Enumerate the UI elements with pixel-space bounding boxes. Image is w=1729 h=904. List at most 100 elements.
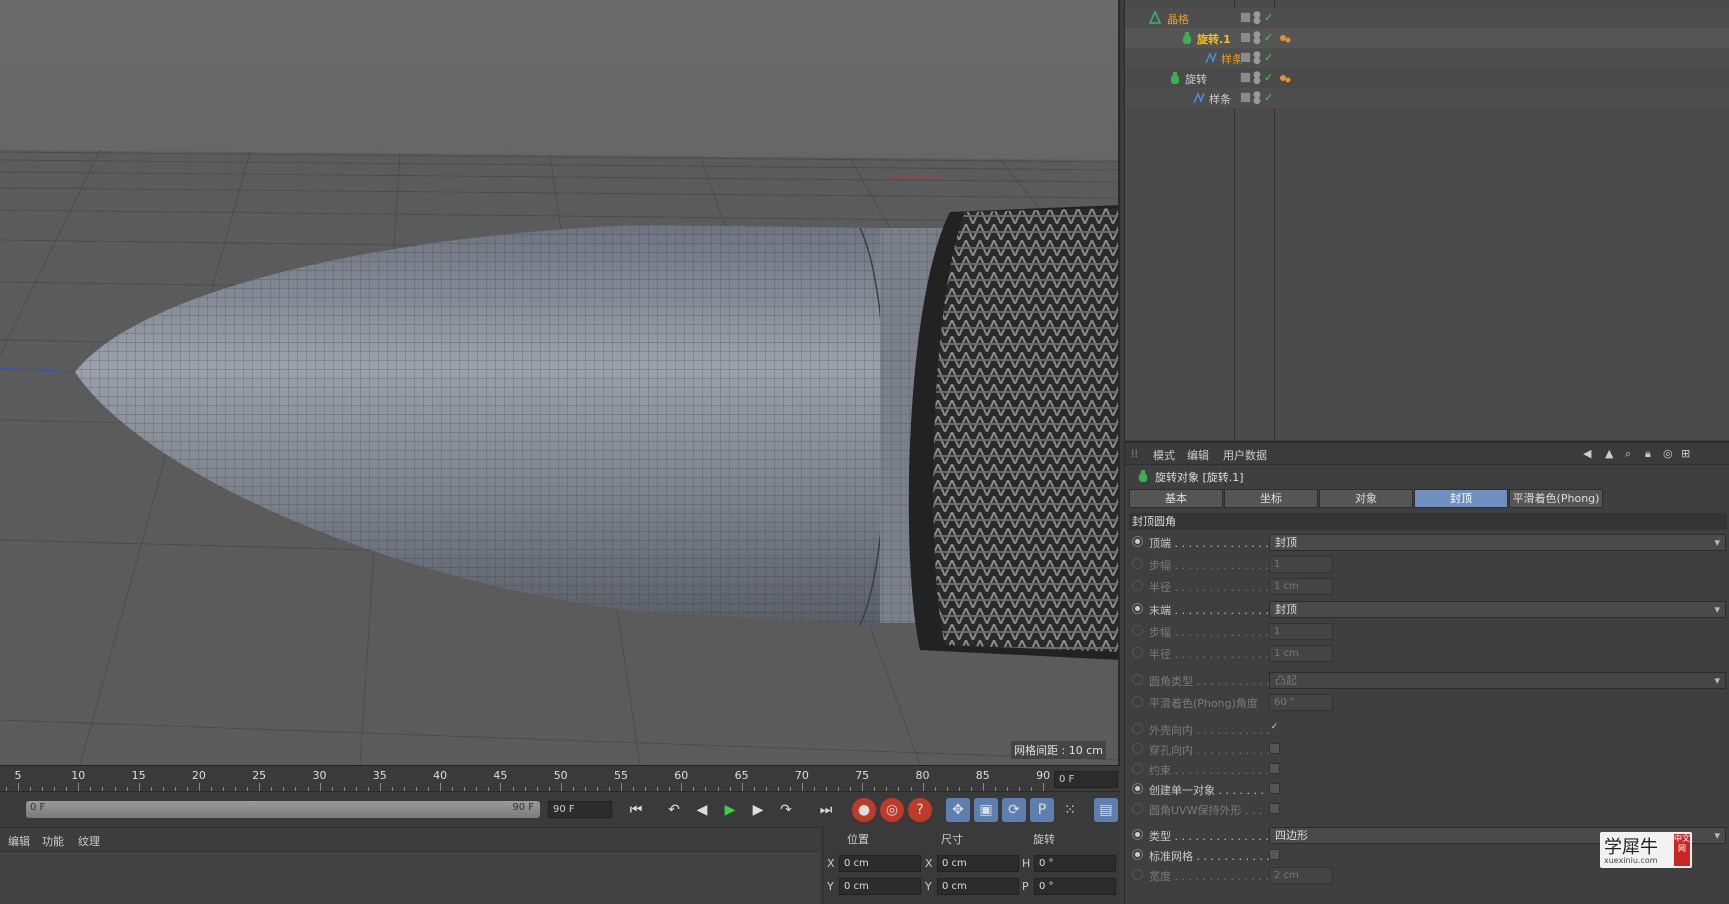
enable-check-icon[interactable]: ✓ xyxy=(1264,91,1273,104)
scale-key-icon[interactable]: ▣ xyxy=(974,798,998,822)
visibility-toggle[interactable] xyxy=(1240,52,1251,63)
go-end-icon[interactable]: ⏭ xyxy=(814,798,838,822)
hull-inward-checkbox[interactable]: ✓ xyxy=(1269,723,1280,734)
anim-radio[interactable] xyxy=(1132,849,1143,860)
grip-icon[interactable]: ⁞⁞ xyxy=(1131,447,1138,460)
anim-radio[interactable] xyxy=(1132,625,1143,636)
anim-radio[interactable] xyxy=(1132,674,1143,685)
menu-userdata[interactable]: 用户数据 xyxy=(1223,447,1267,463)
enable-check-icon[interactable]: ✓ xyxy=(1264,51,1273,64)
object-row-spline-1[interactable]: 样条 ● ● ✓ xyxy=(1125,48,1729,68)
tab-basic[interactable]: 基本 xyxy=(1129,489,1223,508)
rotation-p-field[interactable]: 0 ° xyxy=(1034,878,1116,895)
prev-key-icon[interactable]: ↶ xyxy=(662,798,686,822)
anim-radio[interactable] xyxy=(1132,829,1143,840)
visibility-toggle[interactable] xyxy=(1240,32,1251,43)
key-help-icon[interactable]: ? xyxy=(908,798,932,822)
width-field[interactable]: 2 cm xyxy=(1269,867,1333,884)
render-dots[interactable]: ● ● xyxy=(1253,11,1261,26)
step-forward-icon[interactable]: ▶ xyxy=(746,798,770,822)
menu-function[interactable]: 功能 xyxy=(42,833,64,849)
constrain-checkbox[interactable] xyxy=(1269,763,1280,774)
tab-caps[interactable]: 封顶 xyxy=(1414,489,1508,508)
anim-radio[interactable] xyxy=(1132,783,1143,794)
anim-radio[interactable] xyxy=(1132,743,1143,754)
material-panel[interactable] xyxy=(0,851,820,904)
end-frame-field[interactable]: 90 F xyxy=(548,801,612,818)
visibility-toggle[interactable] xyxy=(1240,92,1251,103)
enable-check-icon[interactable]: ✓ xyxy=(1264,31,1273,44)
tab-phong[interactable]: 平滑着色(Phong) xyxy=(1509,489,1603,508)
menu-texture[interactable]: 纹理 xyxy=(78,833,100,849)
3d-viewport[interactable]: 网格间距 : 10 cm xyxy=(0,0,1120,765)
hole-inward-checkbox[interactable] xyxy=(1269,743,1280,754)
point-level-icon[interactable]: ⁙ xyxy=(1058,798,1082,822)
move-key-icon[interactable]: ✥ xyxy=(946,798,970,822)
tab-object[interactable]: 对象 xyxy=(1319,489,1413,508)
anim-radio[interactable] xyxy=(1132,603,1143,614)
object-row-lathe-1[interactable]: 旋转.1 ● ● ✓ xyxy=(1125,28,1729,48)
new-panel-icon[interactable]: ⊞ xyxy=(1681,447,1690,460)
menu-edit[interactable]: 编辑 xyxy=(1187,447,1209,463)
target-icon[interactable]: ◎ xyxy=(1663,447,1673,460)
enable-check-icon[interactable]: ✓ xyxy=(1264,11,1273,24)
record-icon[interactable]: ● xyxy=(852,798,876,822)
back-arrow-icon[interactable]: ◀ xyxy=(1583,447,1591,460)
lock-icon[interactable]: 🔒︎ xyxy=(1645,447,1651,461)
anim-radio[interactable] xyxy=(1132,803,1143,814)
object-row-lattice[interactable]: 晶格 ● ● ✓ xyxy=(1125,8,1729,28)
uvw-keep-checkbox[interactable] xyxy=(1269,803,1280,814)
phong-angle-field[interactable]: 60 ° xyxy=(1269,694,1333,711)
phong-tag-icon[interactable] xyxy=(1280,33,1292,43)
anim-radio[interactable] xyxy=(1132,723,1143,734)
size-y-field[interactable]: 0 cm xyxy=(937,878,1019,895)
start-steps-field[interactable]: 1 xyxy=(1269,556,1333,573)
anim-radio[interactable] xyxy=(1132,536,1143,547)
film-icon[interactable]: ▤ xyxy=(1094,798,1118,822)
next-key-icon[interactable]: ↷ xyxy=(774,798,798,822)
timeline-ruler[interactable]: 5 10 15 20 25 30 35 40 45 50 55 60 65 70 75 80 85 90 0 F xyxy=(0,765,1120,791)
fillet-type-dropdown[interactable]: 凸起 xyxy=(1269,672,1726,689)
anim-radio[interactable] xyxy=(1132,647,1143,658)
play-icon[interactable]: ▶ xyxy=(718,798,742,822)
anim-radio[interactable] xyxy=(1132,696,1143,707)
start-radius-field[interactable]: 1 cm xyxy=(1269,578,1333,595)
current-frame-field[interactable]: 0 F xyxy=(1054,771,1118,788)
viewport-canvas[interactable] xyxy=(0,0,1120,765)
position-x-field[interactable]: 0 cm xyxy=(839,855,921,872)
render-dots[interactable]: ● ● xyxy=(1253,51,1261,66)
object-row-spline[interactable]: 样条 ● ● ✓ xyxy=(1125,88,1729,108)
timeline-scrubber[interactable]: 0 F 90 F xyxy=(26,801,540,818)
end-dropdown[interactable]: 封顶 xyxy=(1269,601,1726,618)
enable-check-icon[interactable]: ✓ xyxy=(1264,71,1273,84)
phong-tag-icon[interactable] xyxy=(1280,73,1292,83)
visibility-toggle[interactable] xyxy=(1240,12,1251,23)
anim-radio[interactable] xyxy=(1132,869,1143,880)
anim-radio[interactable] xyxy=(1132,558,1143,569)
menu-edit[interactable]: 编辑 xyxy=(8,833,30,849)
render-dots[interactable]: ● ● xyxy=(1253,91,1261,106)
anim-radio[interactable] xyxy=(1132,763,1143,774)
search-icon[interactable]: ⌕ xyxy=(1625,447,1631,461)
object-row-lathe[interactable]: 旋转 ● ● ✓ xyxy=(1125,68,1729,88)
single-object-checkbox[interactable] xyxy=(1269,783,1280,794)
auto-key-icon[interactable]: ◎ xyxy=(880,798,904,822)
position-y-field[interactable]: 0 cm xyxy=(839,878,921,895)
std-grid-checkbox[interactable] xyxy=(1269,849,1280,860)
rotation-h-field[interactable]: 0 ° xyxy=(1034,855,1116,872)
render-dots[interactable]: ● ● xyxy=(1253,31,1261,46)
param-key-icon[interactable]: P xyxy=(1030,798,1054,822)
anim-radio[interactable] xyxy=(1132,580,1143,591)
start-dropdown[interactable]: 封顶 xyxy=(1269,534,1726,551)
size-x-field[interactable]: 0 cm xyxy=(937,855,1019,872)
menu-mode[interactable]: 模式 xyxy=(1153,447,1175,463)
tab-coord[interactable]: 坐标 xyxy=(1224,489,1318,508)
go-start-icon[interactable]: ⏮ xyxy=(624,798,648,822)
step-back-icon[interactable]: ◀ xyxy=(690,798,714,822)
rotate-key-icon[interactable]: ⟳ xyxy=(1002,798,1026,822)
end-steps-field[interactable]: 1 xyxy=(1269,623,1333,640)
render-dots[interactable]: ● ● xyxy=(1253,71,1261,86)
visibility-toggle[interactable] xyxy=(1240,72,1251,83)
end-radius-field[interactable]: 1 cm xyxy=(1269,645,1333,662)
up-arrow-icon[interactable]: ▲ xyxy=(1605,447,1613,460)
